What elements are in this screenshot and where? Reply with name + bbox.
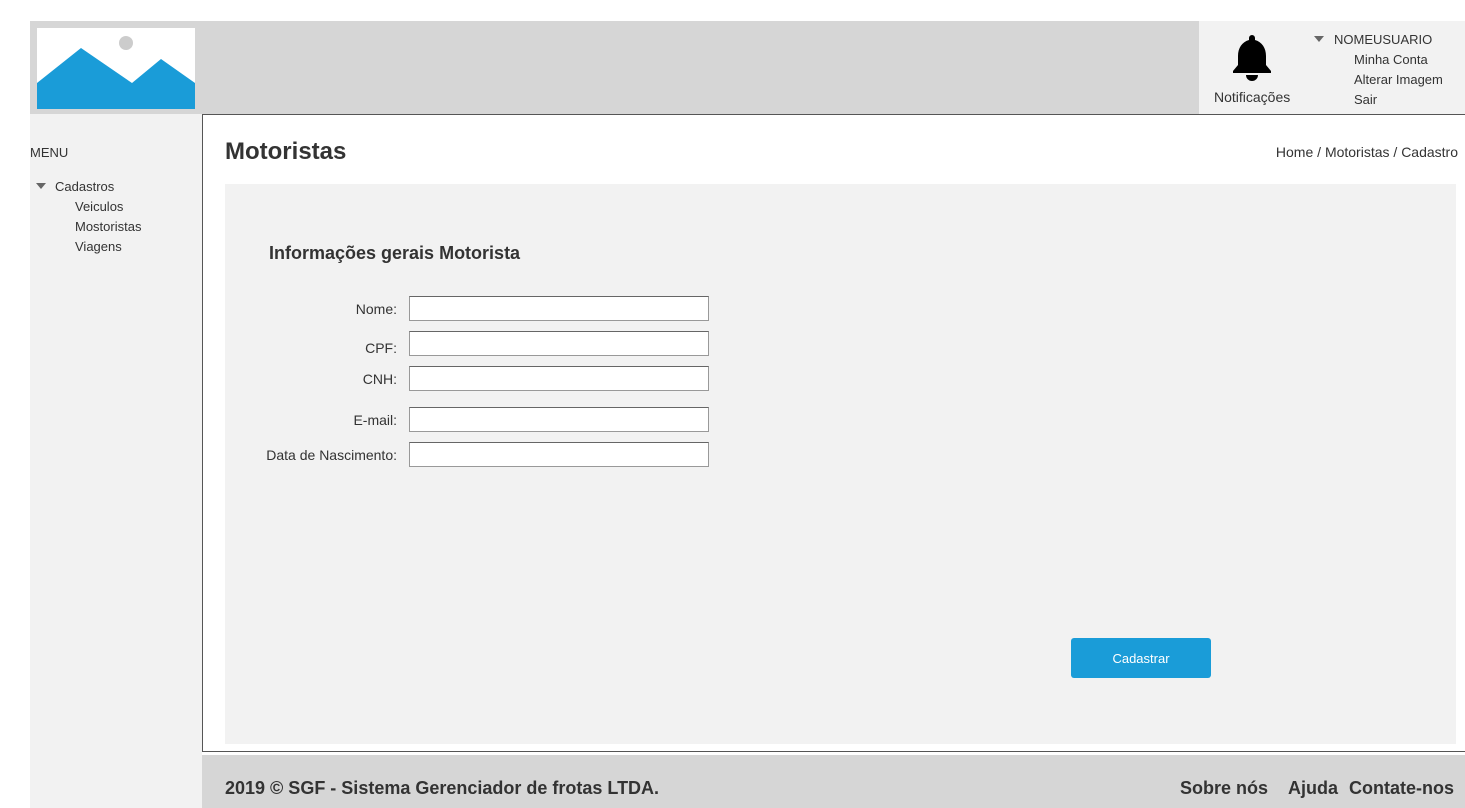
page-title: Motoristas [225,138,347,165]
footer-links: Sobre nós Ajuda Contate-nos [1160,778,1454,799]
breadcrumb-cadastro[interactable]: Cadastro [1401,144,1458,160]
user-menu-item-minha-conta[interactable]: Minha Conta [1354,52,1443,72]
notifications-label[interactable]: Notificações [1214,89,1290,105]
breadcrumb-home[interactable]: Home [1276,144,1313,160]
footer-copyright: 2019 © SGF - Sistema Gerenciador de frot… [225,778,660,798]
user-menu: Minha Conta Alterar Imagem Sair [1354,52,1443,112]
footer-link-sobre-nos[interactable]: Sobre nós [1180,778,1268,799]
cnh-input[interactable] [409,366,709,391]
nome-input[interactable] [409,296,709,321]
caret-down-icon[interactable] [35,181,47,191]
footer-link-ajuda[interactable]: Ajuda [1288,778,1338,799]
sidebar-item-motoristas[interactable]: Mostoristas [75,219,141,239]
username-dropdown[interactable]: NOMEUSUARIO [1334,32,1432,47]
cpf-input[interactable] [409,331,709,356]
cnh-label: CNH: [362,371,397,387]
cpf-label: CPF: [365,340,397,356]
email-label: E-mail: [353,412,397,428]
email-input[interactable] [409,407,709,432]
sidebar-item-veiculos[interactable]: Veiculos [75,199,141,219]
user-menu-item-alterar-imagem[interactable]: Alterar Imagem [1354,72,1443,92]
form-section-title: Informações gerais Motorista [269,243,521,263]
sidebar-submenu: Veiculos Mostoristas Viagens [75,199,141,259]
bell-icon[interactable] [1231,33,1273,81]
logo-container[interactable] [30,21,202,116]
sidebar-title: MENU [30,145,69,160]
sidebar-item-cadastros[interactable]: Cadastros [55,179,114,194]
sidebar-item-viagens[interactable]: Viagens [75,239,141,259]
breadcrumb-motoristas[interactable]: Motoristas [1325,144,1390,160]
data-nascimento-input[interactable] [409,442,709,467]
breadcrumb-separator: / [1313,144,1325,160]
user-menu-item-sair[interactable]: Sair [1354,92,1443,112]
breadcrumb: Home / Motoristas / Cadastro [1276,144,1458,160]
nome-label: Nome: [355,301,397,317]
header-bar [202,21,1199,114]
data-nascimento-label: Data de Nascimento: [266,447,397,463]
caret-down-icon[interactable] [1313,34,1325,44]
breadcrumb-separator: / [1389,144,1402,160]
footer-link-contate-nos[interactable]: Contate-nos [1349,778,1454,799]
image-placeholder-icon [37,28,195,109]
cadastrar-button[interactable]: Cadastrar [1071,638,1211,678]
